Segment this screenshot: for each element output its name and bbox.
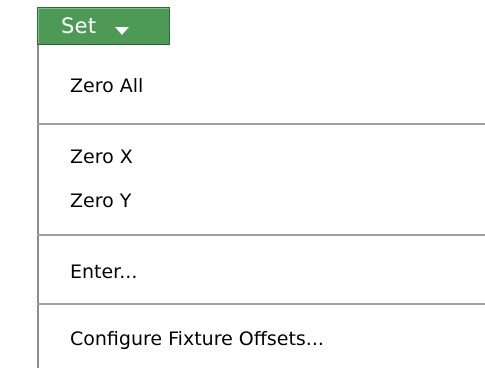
menu-item-zero-all[interactable]: Zero All: [70, 77, 143, 96]
menu-item-zero-x[interactable]: Zero X: [70, 148, 133, 167]
caret-down-icon: [114, 21, 130, 35]
menu-separator: [37, 234, 485, 236]
menu-separator: [37, 303, 485, 305]
dropdown-menu: Zero All Zero X Zero Y Enter... Configur…: [0, 45, 485, 368]
menu-border: [37, 45, 39, 368]
menu-item-configure-fixture-offsets[interactable]: Configure Fixture Offsets...: [70, 330, 324, 349]
menu-item-zero-y[interactable]: Zero Y: [70, 192, 131, 211]
menu-item-enter[interactable]: Enter...: [70, 263, 137, 282]
set-button-label: Set: [61, 13, 97, 38]
set-dropdown-button[interactable]: Set: [37, 7, 170, 45]
page: Set Zero All Zero X Zero Y Enter... Conf…: [0, 0, 485, 368]
menu-separator: [37, 123, 485, 125]
